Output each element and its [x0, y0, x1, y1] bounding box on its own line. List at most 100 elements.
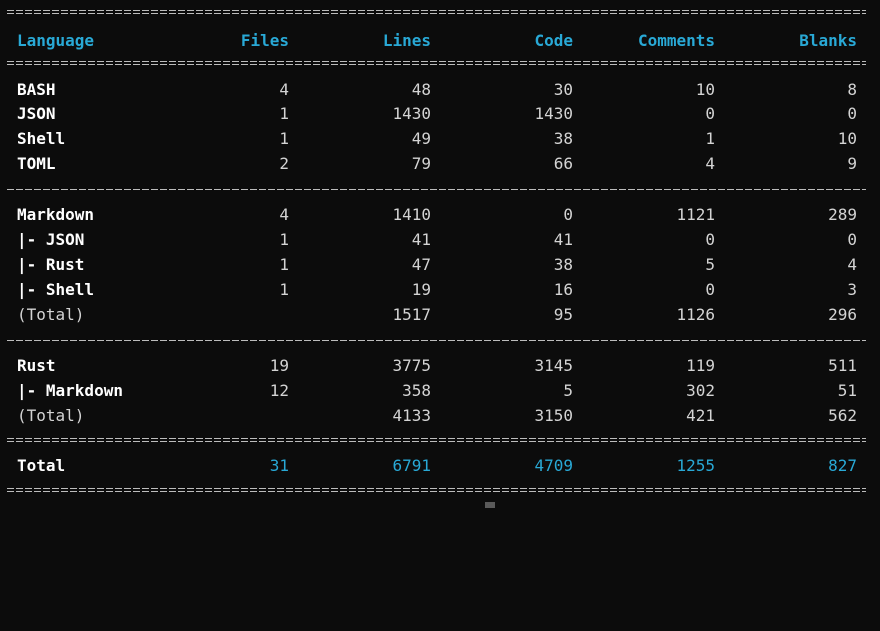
table-row: Rust 19 3775 3145 119 511	[0, 355, 880, 377]
row-files: 1	[279, 104, 289, 123]
row-comments: 1126	[676, 305, 715, 324]
row-language: |- Rust	[17, 255, 85, 274]
total-language: Total	[17, 456, 66, 475]
table-row: |- Markdown 12 358 5 302 51	[0, 380, 880, 402]
row-language: TOML	[17, 154, 56, 173]
double-rule	[7, 61, 866, 65]
row-lines: 19	[411, 280, 431, 299]
row-code: 30	[553, 80, 573, 99]
total-files: 31	[269, 456, 289, 475]
row-blanks: 9	[847, 154, 857, 173]
row-lines: 1430	[392, 104, 431, 123]
row-language: |- Markdown	[17, 381, 123, 400]
row-comments: 0	[705, 280, 715, 299]
header-blanks: Blanks	[799, 31, 857, 50]
row-language: Shell	[17, 129, 66, 148]
row-code: 3145	[534, 356, 573, 375]
total-code: 4709	[534, 456, 573, 475]
table-row: (Total) 4133 3150 421 562	[0, 405, 880, 427]
row-lines: 3775	[392, 356, 431, 375]
row-blanks: 289	[828, 205, 857, 224]
row-files: 19	[269, 356, 289, 375]
header-lines: Lines	[382, 31, 431, 50]
table-row: |- Rust 1 47 38 5 4	[0, 254, 880, 276]
table-row: (Total) 1517 95 1126 296	[0, 304, 880, 326]
row-lines: 1517	[392, 305, 431, 324]
row-code: 3150	[534, 406, 573, 425]
row-code: 66	[553, 154, 573, 173]
total-row: Total 31 6791 4709 1255 827	[0, 455, 880, 477]
row-lines: 41	[411, 230, 431, 249]
table-row: |- Shell 1 19 16 0 3	[0, 279, 880, 301]
row-files: 1	[279, 129, 289, 148]
table-row: TOML 2 79 66 4 9	[0, 153, 880, 175]
row-blanks: 4	[847, 255, 857, 274]
row-comments: 0	[705, 104, 715, 123]
header-comments: Comments	[637, 31, 715, 50]
row-language: (Total)	[17, 406, 85, 425]
row-comments: 0	[705, 230, 715, 249]
row-blanks: 511	[828, 356, 857, 375]
dashed-rule	[7, 189, 866, 190]
row-code: 0	[563, 205, 573, 224]
header-language: Language	[17, 31, 95, 50]
row-files: 1	[279, 230, 289, 249]
row-blanks: 562	[828, 406, 857, 425]
table-row: BASH 4 48 30 10 8	[0, 79, 880, 101]
row-code: 1430	[534, 104, 573, 123]
total-lines: 6791	[392, 456, 431, 475]
row-code: 16	[553, 280, 573, 299]
row-files: 4	[279, 80, 289, 99]
row-files: 2	[279, 154, 289, 173]
table-row: Markdown 4 1410 0 1121 289	[0, 204, 880, 226]
row-lines: 4133	[392, 406, 431, 425]
row-code: 38	[553, 255, 573, 274]
row-language: |- JSON	[17, 230, 85, 249]
row-files: 1	[279, 280, 289, 299]
row-lines: 1410	[392, 205, 431, 224]
row-comments: 302	[686, 381, 715, 400]
row-comments: 5	[705, 255, 715, 274]
row-code: 38	[553, 129, 573, 148]
row-comments: 421	[686, 406, 715, 425]
row-files: 12	[269, 381, 289, 400]
row-lines: 48	[411, 80, 431, 99]
total-blanks: 827	[828, 456, 857, 475]
total-comments: 1255	[676, 456, 715, 475]
row-comments: 119	[686, 356, 715, 375]
terminal-cursor	[485, 502, 495, 508]
row-lines: 49	[411, 129, 431, 148]
row-language: Markdown	[17, 205, 95, 224]
row-blanks: 296	[828, 305, 857, 324]
row-blanks: 0	[847, 230, 857, 249]
table-header: Language Files Lines Code Comments Blank…	[0, 30, 880, 52]
row-language: (Total)	[17, 305, 85, 324]
row-lines: 358	[402, 381, 431, 400]
row-language: BASH	[17, 80, 56, 99]
row-language: JSON	[17, 104, 56, 123]
double-rule	[7, 438, 866, 442]
double-rule	[7, 10, 866, 14]
row-language: |- Shell	[17, 280, 95, 299]
terminal-window: Language Files Lines Code Comments Blank…	[0, 0, 880, 508]
row-comments: 4	[705, 154, 715, 173]
row-comments: 10	[695, 80, 715, 99]
table-row: JSON 1 1430 1430 0 0	[0, 103, 880, 125]
header-code: Code	[534, 31, 573, 50]
table-row: |- JSON 1 41 41 0 0	[0, 229, 880, 251]
header-files: Files	[240, 31, 289, 50]
row-blanks: 10	[837, 129, 857, 148]
row-code: 41	[553, 230, 573, 249]
row-blanks: 8	[847, 80, 857, 99]
row-blanks: 3	[847, 280, 857, 299]
double-rule	[7, 488, 866, 492]
row-comments: 1	[705, 129, 715, 148]
row-language: Rust	[17, 356, 56, 375]
row-files: 1	[279, 255, 289, 274]
row-lines: 47	[411, 255, 431, 274]
row-blanks: 0	[847, 104, 857, 123]
table-row: Shell 1 49 38 1 10	[0, 128, 880, 150]
row-code: 95	[553, 305, 573, 324]
row-code: 5	[563, 381, 573, 400]
row-comments: 1121	[676, 205, 715, 224]
